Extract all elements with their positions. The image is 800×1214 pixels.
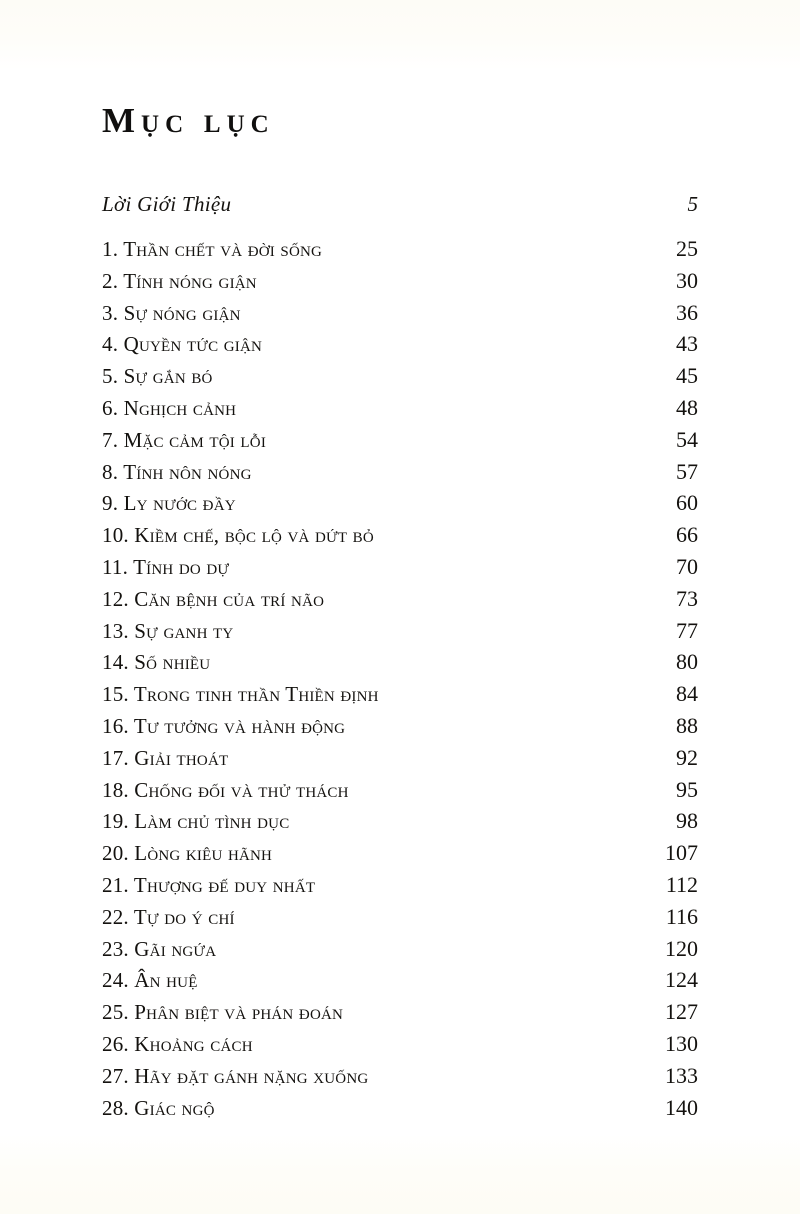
toc-entry[interactable]: 26. Khoảng cách 130	[102, 1031, 698, 1063]
toc-entry[interactable]: 1. Thần chết và đời sống 25	[102, 236, 698, 268]
toc-entry[interactable]: 15. Trong tinh thần Thiền định 84	[102, 681, 698, 713]
toc-entry[interactable]: 3. Sự nóng giận 36	[102, 300, 698, 332]
toc-entry[interactable]: 20. Lòng kiêu hãnh 107	[102, 840, 698, 872]
toc-entry-page-number: 70	[676, 553, 698, 579]
toc-entry-page-number: 107	[665, 840, 698, 866]
toc-entry-page-number: 60	[676, 490, 698, 516]
toc-entry-page-number: 80	[676, 649, 698, 675]
toc-entry-label: 23. Gãi ngứa	[102, 936, 217, 961]
toc-entry[interactable]: 18. Chống đối và thử thách 95	[102, 777, 698, 809]
toc-entry-page-number: 25	[676, 236, 698, 261]
toc-entry-page-number: 124	[665, 967, 698, 993]
toc-entry-label: 2. Tính nóng giận	[102, 268, 257, 293]
toc-entry-label: 10. Kiềm chế, bộc lộ và dứt bỏ	[102, 523, 374, 548]
toc-entry-label: 9. Ly nước đầy	[102, 491, 236, 516]
toc-entry-page-number: 98	[676, 808, 698, 834]
toc-entry-label: 25. Phân biệt và phán đoán	[102, 1000, 344, 1025]
toc-entry-page-number: 77	[676, 617, 698, 643]
toc-entry-label: 22. Tự do ý chí	[102, 904, 235, 929]
toc-entry-label: 18. Chống đối và thử thách	[102, 777, 349, 802]
toc-entry-page-number: 45	[676, 363, 698, 389]
toc-entry-page-number: 5	[687, 192, 699, 216]
toc-entry[interactable]: 24. Ân huệ 124	[102, 967, 698, 999]
toc-entry[interactable]: 7. Mặc cảm tội lỗi 54	[102, 427, 698, 459]
toc-entry[interactable]: 21. Thượng đế duy nhất 112	[102, 872, 698, 904]
toc-entry-label: 17. Giải thoát	[102, 745, 229, 770]
toc-entry-label: 24. Ân huệ	[102, 968, 198, 993]
toc-entry[interactable]: 12. Căn bệnh của trí não 73	[102, 586, 698, 618]
toc-entry-label: 14. Số nhiều	[102, 650, 211, 675]
toc-entry-page-number: 140	[665, 1094, 698, 1120]
toc-entry-label: 5. Sự gắn bó	[102, 364, 213, 389]
toc-entry-page-number: 95	[676, 776, 698, 802]
toc-entry[interactable]: 16. Tư tưởng và hành động 88	[102, 713, 698, 745]
toc-entry[interactable]: 8. Tính nôn nóng 57	[102, 459, 698, 491]
toc-entry-label: 21. Thượng đế duy nhất	[102, 872, 316, 897]
toc-entry[interactable]: 17. Giải thoát 92	[102, 745, 698, 777]
toc-entry[interactable]: Lời Giới Thiệu 5	[102, 192, 698, 236]
page-title: Mục lục	[102, 101, 275, 141]
toc-entry-label: 19. Làm chủ tình dục	[102, 809, 290, 834]
paper-tint-bottom	[0, 1134, 800, 1214]
toc-entry[interactable]: 22. Tự do ý chí 116	[102, 904, 698, 936]
toc-entry-label: 3. Sự nóng giận	[102, 300, 241, 325]
toc-entry[interactable]: 23. Gãi ngứa 120	[102, 936, 698, 968]
toc-entry-page-number: 57	[676, 458, 698, 484]
toc-entry[interactable]: 27. Hãy đặt gánh nặng xuống 133	[102, 1063, 698, 1095]
toc-entry-page-number: 127	[665, 999, 698, 1025]
toc-entry[interactable]: 4. Quyền tức giận 43	[102, 331, 698, 363]
toc-entry[interactable]: 25. Phân biệt và phán đoán 127	[102, 999, 698, 1031]
toc-entry-label: 27. Hãy đặt gánh nặng xuống	[102, 1063, 369, 1088]
toc-entry-page-number: 84	[676, 681, 698, 707]
toc-entry[interactable]: 11. Tính do dự 70	[102, 554, 698, 586]
toc-entry[interactable]: 28. Giác ngộ 140	[102, 1095, 698, 1127]
toc-entry-page-number: 73	[676, 585, 698, 611]
toc-entry-label: 16. Tư tưởng và hành động	[102, 713, 346, 738]
toc-entry-page-number: 92	[676, 744, 698, 770]
toc-entry-label: 8. Tính nôn nóng	[102, 459, 252, 484]
table-of-contents: Lời Giới Thiệu 5 1. Thần chết và đời sống 2…	[102, 192, 698, 1126]
toc-entry-page-number: 116	[665, 903, 698, 929]
toc-entry-page-number: 130	[665, 1030, 698, 1056]
toc-entry-label: 11. Tính do dự	[102, 554, 230, 579]
toc-entry-label: 4. Quyền tức giận	[102, 332, 263, 357]
toc-entry-page-number: 43	[676, 331, 698, 357]
toc-page: Mục lục Lời Giới Thiệu 5 1. Thần chết và đ…	[0, 0, 800, 1214]
toc-entry-label: 26. Khoảng cách	[102, 1031, 253, 1056]
toc-entry[interactable]: 10. Kiềm chế, bộc lộ và dứt bỏ 66	[102, 522, 698, 554]
toc-entry-label: 28. Giác ngộ	[102, 1095, 215, 1120]
toc-entry-label: Lời Giới Thiệu	[102, 192, 232, 216]
toc-entry-label: 15. Trong tinh thần Thiền định	[102, 682, 379, 707]
toc-entry[interactable]: 13. Sự ganh ty 77	[102, 618, 698, 650]
toc-entry-label: 6. Nghịch cảnh	[102, 395, 237, 420]
toc-entry[interactable]: 19. Làm chủ tình dục 98	[102, 808, 698, 840]
toc-entry-label: 12. Căn bệnh của trí não	[102, 586, 325, 611]
toc-entry-page-number: 36	[676, 299, 698, 325]
toc-entry-page-number: 112	[665, 871, 698, 897]
toc-entry[interactable]: 6. Nghịch cảnh 48	[102, 395, 698, 427]
toc-entry-label: 20. Lòng kiêu hãnh	[102, 841, 273, 866]
toc-entry-page-number: 120	[665, 935, 698, 961]
toc-entry-page-number: 88	[676, 712, 698, 738]
toc-entry[interactable]: 9. Ly nước đầy 60	[102, 490, 698, 522]
toc-entry-label: 1. Thần chết và đời sống	[102, 237, 323, 261]
toc-entry-page-number: 133	[665, 1062, 698, 1088]
toc-entry-page-number: 54	[676, 426, 698, 452]
toc-entry-page-number: 48	[676, 394, 698, 420]
toc-entry-label: 13. Sự ganh ty	[102, 618, 234, 643]
toc-entry[interactable]: 5. Sự gắn bó 45	[102, 363, 698, 395]
toc-entry[interactable]: 2. Tính nóng giận 30	[102, 268, 698, 300]
toc-entry-label: 7. Mặc cảm tội lỗi	[102, 427, 267, 452]
toc-entry-page-number: 30	[676, 267, 698, 293]
paper-tint-top	[0, 0, 800, 70]
toc-entry[interactable]: 14. Số nhiều 80	[102, 649, 698, 681]
toc-entry-page-number: 66	[676, 522, 698, 548]
